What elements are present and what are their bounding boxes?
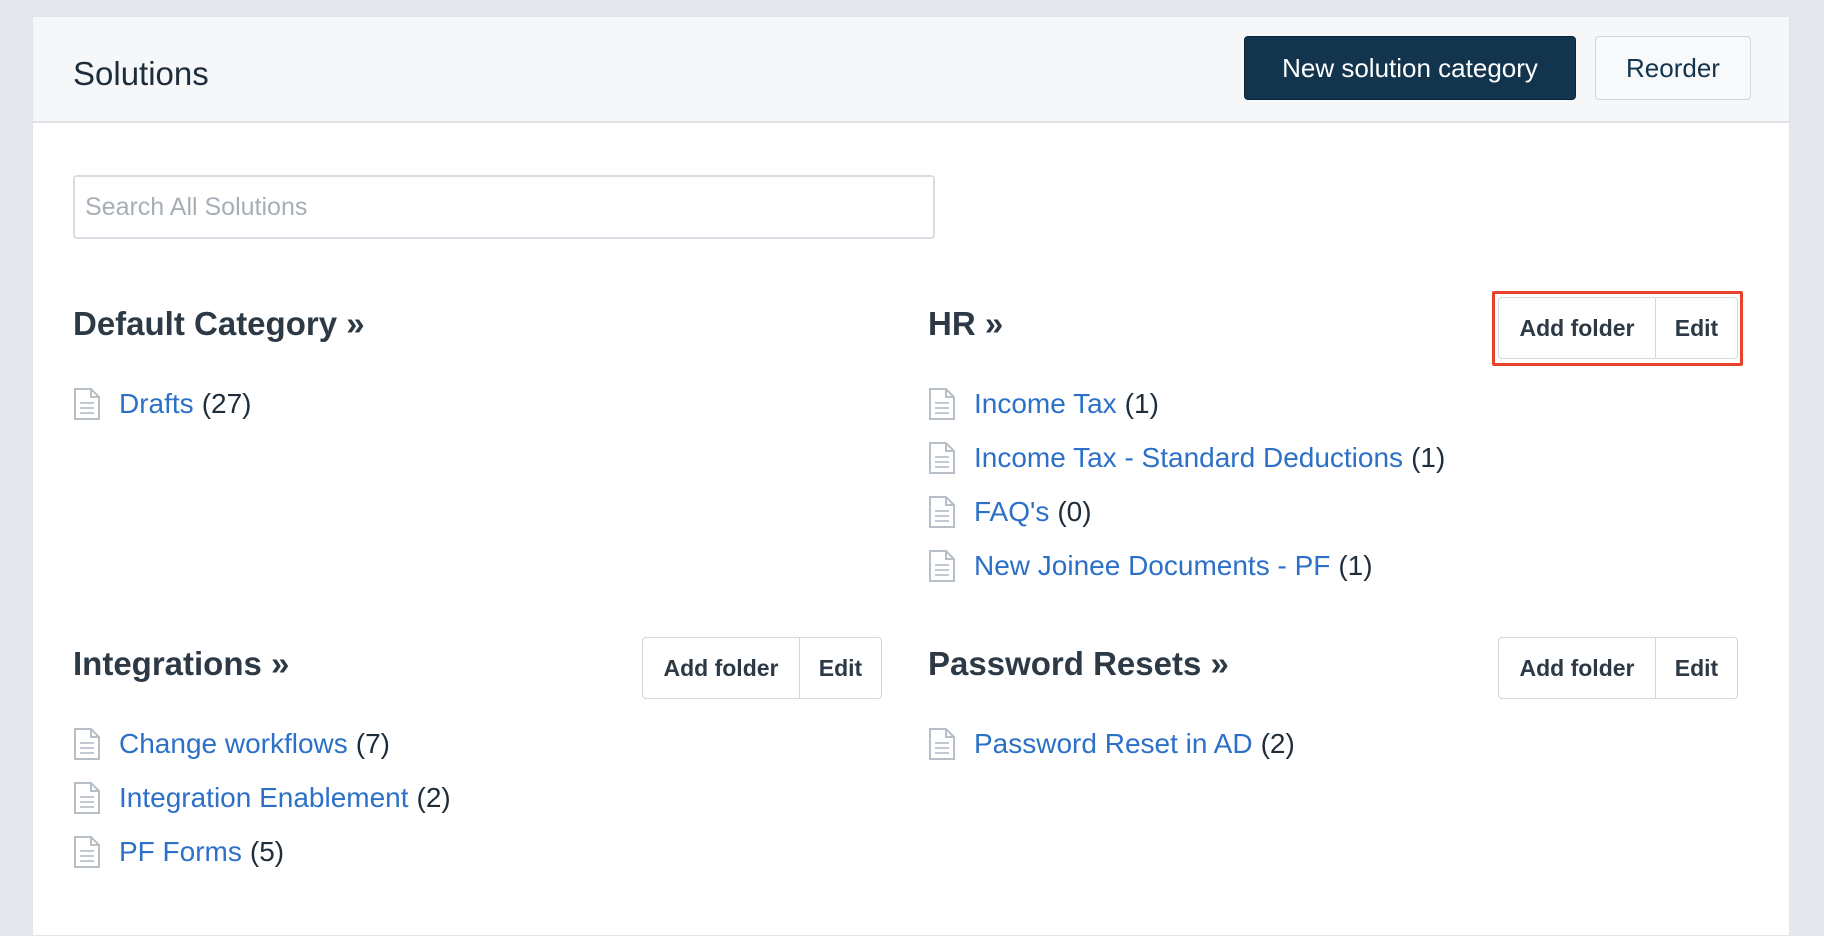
- folder-item: Drafts (27): [73, 377, 251, 431]
- folder-list-default: Drafts (27): [73, 377, 251, 431]
- edit-button[interactable]: Edit: [1655, 298, 1737, 358]
- folder-count: (7): [355, 728, 391, 759]
- folder-item: PF Forms (5): [73, 825, 451, 879]
- folder-link[interactable]: Change workflows: [119, 728, 348, 760]
- folder-count: (2): [1260, 728, 1295, 759]
- category-password-resets: Password Resets »: [928, 645, 1229, 683]
- document-icon: [929, 550, 955, 582]
- new-solution-category-button[interactable]: New solution category: [1244, 36, 1576, 100]
- folder-count: (27): [201, 388, 252, 419]
- folder-item: Integration Enablement (2): [73, 771, 451, 825]
- category-title[interactable]: Integrations »: [73, 645, 289, 683]
- folder-list-hr: Income Tax (1) Income Tax - Standard Ded…: [928, 377, 1445, 593]
- folder-count: (1): [1338, 550, 1373, 581]
- folder-count: (1): [1411, 442, 1446, 473]
- page-title: Solutions: [73, 55, 209, 92]
- folder-item: Password Reset in AD (2): [928, 717, 1295, 771]
- folder-count: (5): [249, 836, 285, 867]
- add-folder-button[interactable]: Add folder: [1499, 638, 1655, 698]
- folder-item: FAQ's (0): [928, 485, 1445, 539]
- document-icon: [74, 836, 100, 868]
- folder-item: Change workflows (7): [73, 717, 451, 771]
- solutions-panel: Solutions New solution category Reorder …: [32, 16, 1790, 936]
- folder-link[interactable]: New Joinee Documents - PF: [974, 550, 1330, 582]
- folder-link[interactable]: PF Forms: [119, 836, 242, 868]
- document-icon: [929, 496, 955, 528]
- category-title[interactable]: Password Resets »: [928, 645, 1229, 683]
- folder-list-integrations: Change workflows (7) Integration Enablem…: [73, 717, 451, 879]
- folder-link[interactable]: Income Tax - Standard Deductions: [974, 442, 1403, 474]
- category-integrations: Integrations »: [73, 645, 289, 683]
- folder-link[interactable]: FAQ's: [974, 496, 1049, 528]
- folder-link[interactable]: Income Tax: [974, 388, 1117, 420]
- search-input[interactable]: [73, 175, 935, 239]
- folder-count: (1): [1124, 388, 1159, 419]
- folder-count: (2): [416, 782, 451, 813]
- page-header: Solutions New solution category Reorder: [33, 17, 1789, 123]
- document-icon: [929, 442, 955, 474]
- edit-button[interactable]: Edit: [1655, 638, 1737, 698]
- document-icon: [74, 782, 100, 814]
- reorder-button[interactable]: Reorder: [1595, 36, 1751, 100]
- category-actions-password-resets: Add folder Edit: [1498, 637, 1738, 699]
- category-title[interactable]: Default Category »: [73, 305, 365, 343]
- add-folder-button[interactable]: Add folder: [1499, 298, 1655, 358]
- folder-count: (0): [1057, 496, 1092, 527]
- folder-link[interactable]: Integration Enablement: [119, 782, 409, 814]
- folder-list-password-resets: Password Reset in AD (2): [928, 717, 1295, 771]
- document-icon: [929, 388, 955, 420]
- folder-item: Income Tax (1): [928, 377, 1445, 431]
- folder-item: New Joinee Documents - PF (1): [928, 539, 1445, 593]
- edit-button[interactable]: Edit: [799, 638, 881, 698]
- document-icon: [929, 728, 955, 760]
- category-hr: HR »: [928, 305, 1003, 343]
- category-default: Default Category »: [73, 305, 365, 343]
- folder-item: Income Tax - Standard Deductions (1): [928, 431, 1445, 485]
- document-icon: [74, 728, 100, 760]
- add-folder-button[interactable]: Add folder: [643, 638, 799, 698]
- folder-link[interactable]: Password Reset in AD: [974, 728, 1253, 760]
- folder-link[interactable]: Drafts: [119, 388, 194, 420]
- category-actions-integrations: Add folder Edit: [642, 637, 882, 699]
- document-icon: [74, 388, 100, 420]
- category-title[interactable]: HR »: [928, 305, 1003, 343]
- category-actions-hr: Add folder Edit: [1498, 297, 1738, 359]
